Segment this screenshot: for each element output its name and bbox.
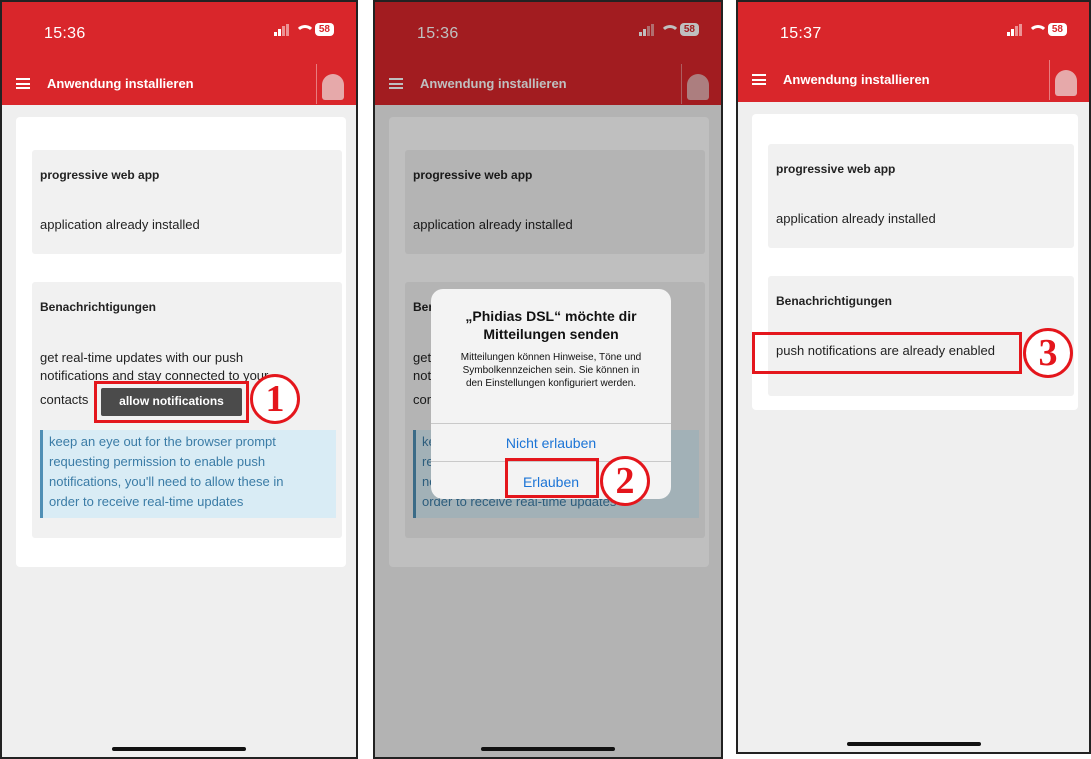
allow-notifications-button[interactable]: allow notifications [101,388,242,416]
pwa-card-text: application already installed [40,217,200,232]
pwa-card-title: progressive web app [776,162,896,176]
phone-screen-1: 15:36 58 Anwendung installieren progress… [0,0,358,759]
menu-icon[interactable] [752,74,766,85]
content-panel: progressive web app application already … [16,117,346,567]
notifications-card-title: Benachrichtigungen [40,300,157,314]
annotation-highlight-2 [505,458,599,498]
annotation-highlight-3 [752,332,1022,374]
avatar[interactable] [322,74,344,100]
signal-icon [273,23,289,36]
dialog-divider [431,423,671,424]
info-line-4: order to receive real-time updates [49,494,244,509]
step-badge-1: 1 [250,374,300,424]
home-indicator [846,742,981,746]
info-line-1: keep an eye out for the browser prompt [49,434,276,449]
pwa-card-title: progressive web app [40,168,160,182]
wifi-icon [294,24,315,36]
step-badge-3: 3 [1023,328,1073,378]
header: 15:37 58 Anwendung installieren [738,2,1089,102]
notifications-text-line-3: contacts [40,392,89,407]
menu-icon[interactable] [16,78,30,89]
battery-icon: 58 [1047,23,1067,36]
pwa-card-text: application already installed [776,211,936,226]
pwa-card: progressive web app application already … [32,150,342,254]
browser-prompt-info: keep an eye out for the browser prompt r… [40,430,336,518]
app-title: Anwendung installieren [47,76,194,91]
signal-icon [1006,23,1022,36]
avatar[interactable] [1055,70,1077,96]
home-indicator [481,747,615,751]
home-indicator [112,747,246,751]
notifications-card-title: Benachrichtigungen [776,294,893,308]
status-icons: 58 [1006,23,1067,36]
header: 15:36 58 Anwendung installieren [2,2,356,105]
notifications-text-line-1: get real-time updates with our push [40,350,244,365]
phone-screen-2: 15:36 58 Anwendung installieren progress… [373,0,723,759]
dialog-title: „Phidias DSL“ möchte dir Mitteilungen se… [465,308,637,342]
status-icons: 58 [273,23,334,36]
app-bar: Anwendung installieren [2,64,356,104]
info-line-3: notifications, you'll need to allow thes… [49,474,284,489]
info-line-2: requesting permission to enable push [49,454,266,469]
pwa-card: progressive web app application already … [768,144,1074,248]
app-title: Anwendung installieren [783,72,930,87]
app-bar: Anwendung installieren [738,60,1089,100]
battery-icon: 58 [314,23,334,36]
deny-button[interactable]: Nicht erlauben [431,435,671,451]
step-badge-2: 2 [600,456,650,506]
phone-screen-3: 15:37 58 Anwendung installieren progress… [736,0,1091,754]
wifi-icon [1027,24,1048,36]
status-time: 15:36 [44,25,86,42]
status-time: 15:37 [780,25,822,42]
dialog-message: Mitteilungen können Hinweise, Töne und S… [460,352,642,389]
